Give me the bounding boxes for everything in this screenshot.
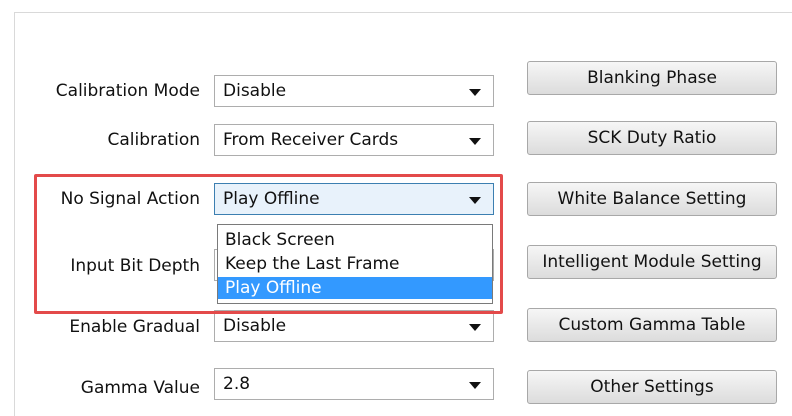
- calibration-mode-label: Calibration Mode: [55, 81, 200, 101]
- calibration-value: From Receiver Cards: [223, 130, 399, 150]
- blanking-phase-button[interactable]: Blanking Phase: [527, 61, 777, 95]
- intelligent-module-setting-button[interactable]: Intelligent Module Setting: [527, 245, 777, 279]
- enable-gradual-value: Disable: [223, 316, 287, 336]
- chevron-down-icon: [469, 197, 481, 204]
- dropdown-option-keep-last-frame[interactable]: Keep the Last Frame: [218, 253, 492, 275]
- input-bit-depth-label: Input Bit Depth: [70, 256, 200, 276]
- chevron-down-icon: [469, 382, 481, 389]
- chevron-down-icon: [469, 89, 481, 96]
- calibration-mode-value: Disable: [223, 81, 287, 101]
- custom-gamma-table-button[interactable]: Custom Gamma Table: [527, 308, 777, 342]
- calibration-label: Calibration: [107, 130, 201, 150]
- sck-duty-ratio-button[interactable]: SCK Duty Ratio: [527, 121, 777, 155]
- gamma-value-value: 2.8: [223, 374, 251, 394]
- calibration-mode-select[interactable]: Disable: [214, 75, 494, 107]
- white-balance-setting-button[interactable]: White Balance Setting: [527, 182, 777, 216]
- no-signal-action-select[interactable]: Play Offline: [214, 183, 494, 215]
- calibration-select[interactable]: From Receiver Cards: [214, 124, 494, 156]
- no-signal-action-label: No Signal Action: [60, 189, 200, 209]
- chevron-down-icon: [469, 324, 481, 331]
- enable-gradual-label: Enable Gradual: [69, 317, 200, 337]
- no-signal-action-dropdown-list: Black Screen Keep the Last Frame Play Of…: [217, 224, 493, 304]
- dropdown-option-black-screen[interactable]: Black Screen: [218, 229, 492, 251]
- gamma-value-label: Gamma Value: [80, 378, 200, 398]
- enable-gradual-select[interactable]: Disable: [214, 310, 494, 342]
- gamma-value-select[interactable]: 2.8: [214, 368, 494, 400]
- dropdown-option-play-offline[interactable]: Play Offline: [218, 277, 492, 299]
- chevron-down-icon: [469, 138, 481, 145]
- other-settings-button[interactable]: Other Settings: [527, 370, 777, 404]
- no-signal-action-value: Play Offline: [223, 189, 320, 209]
